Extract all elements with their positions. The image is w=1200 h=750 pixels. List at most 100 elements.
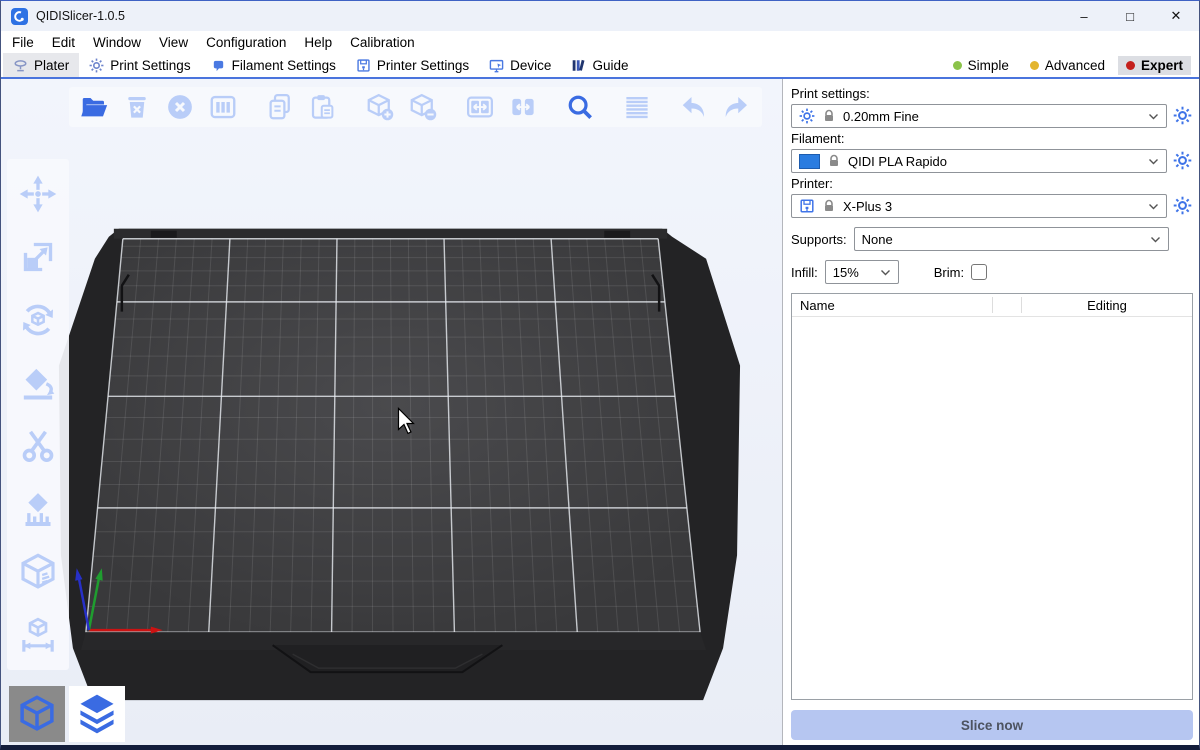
- view-3d-button[interactable]: [9, 686, 65, 742]
- arrange-icon: [208, 92, 238, 122]
- print-settings-row: 0.20mm Fine: [791, 104, 1193, 128]
- tab-guide[interactable]: Guide: [561, 53, 638, 77]
- print-settings-gear-button[interactable]: [1173, 106, 1193, 126]
- place-on-face-button[interactable]: [17, 362, 59, 404]
- open-button[interactable]: [77, 90, 111, 124]
- viewport-3d[interactable]: [1, 79, 783, 745]
- window-controls: – □ ✕: [1061, 1, 1199, 31]
- redo-button[interactable]: [720, 90, 754, 124]
- supports-label: Supports:: [791, 232, 847, 247]
- tab-filament-settings[interactable]: Filament Settings: [201, 53, 346, 77]
- app-logo-icon: [11, 8, 28, 25]
- menu-file[interactable]: File: [3, 35, 43, 50]
- delete-all-icon: [165, 92, 195, 122]
- simple-mode-dot-icon: [953, 61, 962, 70]
- cut-button[interactable]: [17, 425, 59, 467]
- scale-button[interactable]: [17, 236, 59, 278]
- printer-icon: [799, 198, 815, 214]
- copy-icon: [265, 92, 295, 122]
- column-header-editing[interactable]: Editing: [1022, 298, 1192, 313]
- scale-icon: [18, 237, 58, 277]
- print-settings-label: Print settings:: [791, 86, 1193, 101]
- chevron-down-icon: [1148, 203, 1159, 210]
- lock-icon: [827, 154, 841, 168]
- view-3d-icon: [16, 693, 58, 735]
- menu-help[interactable]: Help: [295, 35, 341, 50]
- variable-layer-height-button[interactable]: [620, 90, 654, 124]
- app-window: QIDISlicer-1.0.5 – □ ✕ File Edit Window …: [0, 0, 1200, 750]
- printer-select[interactable]: X-Plus 3: [791, 194, 1167, 218]
- object-list-body[interactable]: [792, 317, 1192, 699]
- mode-advanced[interactable]: Advanced: [1022, 56, 1113, 75]
- printer-row: X-Plus 3: [791, 194, 1193, 218]
- delete-all-button[interactable]: [163, 90, 197, 124]
- copy-button[interactable]: [263, 90, 297, 124]
- tab-device[interactable]: Device: [479, 53, 561, 77]
- minimize-button[interactable]: –: [1061, 1, 1107, 31]
- paint-supports-button[interactable]: [17, 488, 59, 530]
- brim-label: Brim:: [934, 265, 964, 280]
- search-icon: [565, 92, 595, 122]
- split-parts-button[interactable]: [506, 90, 540, 124]
- chevron-down-icon: [1148, 113, 1159, 120]
- bed-back-rim: [114, 229, 667, 239]
- delete-icon: [122, 92, 152, 122]
- delete-button[interactable]: [120, 90, 154, 124]
- place-on-face-icon: [18, 363, 58, 403]
- tab-plater[interactable]: Plater: [3, 53, 79, 77]
- mode-expert[interactable]: Expert: [1118, 56, 1191, 75]
- split-parts-icon: [508, 92, 538, 122]
- measure-button[interactable]: [17, 614, 59, 656]
- rotate-button[interactable]: [17, 299, 59, 341]
- open-icon: [79, 92, 109, 122]
- chevron-down-icon: [1150, 236, 1161, 243]
- variable-layer-height-icon: [622, 92, 652, 122]
- slice-now-button[interactable]: Slice now: [791, 710, 1193, 740]
- print-settings-select[interactable]: 0.20mm Fine: [791, 104, 1167, 128]
- filament-gear-button[interactable]: [1173, 151, 1193, 171]
- mode-simple[interactable]: Simple: [945, 56, 1017, 75]
- supports-row: Supports: None: [791, 227, 1193, 251]
- move-button[interactable]: [17, 173, 59, 215]
- arrange-button[interactable]: [206, 90, 240, 124]
- guide-icon: [571, 58, 586, 73]
- close-button[interactable]: ✕: [1153, 1, 1199, 31]
- object-list[interactable]: Name Editing: [791, 293, 1193, 700]
- menu-configuration[interactable]: Configuration: [197, 35, 295, 50]
- filament-color-swatch: [799, 154, 820, 169]
- infill-select[interactable]: 15%: [825, 260, 899, 284]
- filament-icon: [211, 58, 226, 73]
- maximize-button[interactable]: □: [1107, 1, 1153, 31]
- split-objects-button[interactable]: [463, 90, 497, 124]
- seam-painting-button[interactable]: [17, 551, 59, 593]
- print-bed-scene[interactable]: [1, 79, 782, 745]
- window-title: QIDISlicer-1.0.5: [36, 9, 125, 23]
- brim-checkbox[interactable]: [971, 264, 987, 280]
- tab-print-settings[interactable]: Print Settings: [79, 53, 200, 77]
- paste-button[interactable]: [306, 90, 340, 124]
- tab-label: Device: [510, 58, 551, 73]
- menu-view[interactable]: View: [150, 35, 197, 50]
- search-button[interactable]: [563, 90, 597, 124]
- tab-label: Plater: [34, 58, 69, 73]
- undo-icon: [679, 92, 709, 122]
- tab-label: Printer Settings: [377, 58, 469, 73]
- remove-instance-button[interactable]: [406, 90, 440, 124]
- tab-bar: Plater Print Settings Filament Settings …: [1, 53, 1199, 79]
- add-instance-button[interactable]: [363, 90, 397, 124]
- menu-edit[interactable]: Edit: [43, 35, 84, 50]
- column-header-name[interactable]: Name: [792, 298, 992, 313]
- filament-select[interactable]: QIDI PLA Rapido: [791, 149, 1167, 173]
- menu-window[interactable]: Window: [84, 35, 150, 50]
- tab-printer-settings[interactable]: Printer Settings: [346, 53, 479, 77]
- menu-calibration[interactable]: Calibration: [341, 35, 424, 50]
- infill-value: 15%: [833, 265, 873, 280]
- column-header-extruder: [992, 297, 1022, 312]
- printer-gear-button[interactable]: [1173, 196, 1193, 216]
- view-layers-button[interactable]: [69, 686, 125, 742]
- plater-icon: [13, 58, 28, 73]
- sidebar: Print settings: 0.20mm Fine Filament: QI…: [783, 79, 1199, 745]
- tab-label: Guide: [592, 58, 628, 73]
- supports-select[interactable]: None: [854, 227, 1169, 251]
- undo-button[interactable]: [677, 90, 711, 124]
